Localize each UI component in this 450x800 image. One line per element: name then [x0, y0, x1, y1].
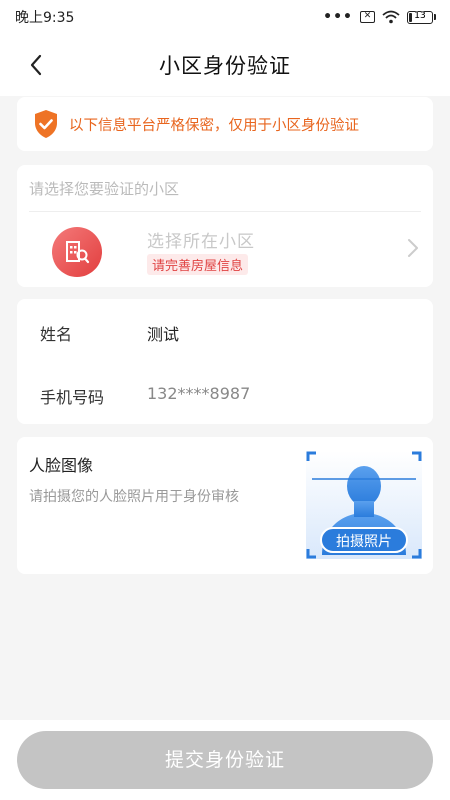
more-dots-icon: •••: [323, 9, 353, 25]
take-photo-button[interactable]: 拍摄照片: [320, 527, 408, 553]
select-community-label: 选择所在小区: [147, 232, 255, 252]
face-image-title: 人脸图像: [29, 456, 94, 475]
shield-check-icon: [35, 110, 57, 138]
wifi-icon: [382, 10, 400, 24]
personal-info-card: 姓名 测试 手机号码 132****8987: [17, 299, 433, 424]
face-capture-area[interactable]: 拍摄照片: [306, 451, 422, 559]
privacy-notice: 以下信息平台严格保密，仅用于小区身份验证: [17, 97, 433, 151]
chevron-right-icon: [408, 239, 418, 257]
complete-house-info-badge: 请完善房屋信息: [147, 254, 249, 275]
community-placeholder: 请选择您要验证的小区: [29, 180, 180, 198]
face-image-description: 请拍摄您的人脸照片用于身份审核: [29, 489, 239, 505]
notice-text: 以下信息平台严格保密，仅用于小区身份验证: [69, 117, 359, 134]
phone-value: 132****8987: [147, 384, 251, 403]
page-title: 小区身份验证: [159, 54, 291, 78]
name-label: 姓名: [40, 325, 73, 344]
status-icons: ••• ✕ 13: [323, 9, 436, 25]
name-value: 测试: [147, 325, 180, 344]
status-time: 晚上9:35: [15, 10, 75, 26]
building-search-icon: [52, 227, 102, 277]
nav-bar: 小区身份验证: [0, 34, 450, 96]
bottom-bar: 提交身份验证: [0, 720, 450, 800]
community-card: 请选择您要验证的小区 选择所在小区 请完善房屋信息: [17, 165, 433, 287]
back-button[interactable]: [22, 51, 50, 79]
phone-label: 手机号码: [40, 388, 105, 407]
battery-level: 13: [414, 10, 426, 21]
submit-verification-button[interactable]: 提交身份验证: [17, 731, 433, 789]
battery-icon: 13: [407, 10, 436, 24]
status-bar: 晚上9:35 ••• ✕ 13: [0, 0, 450, 34]
face-image-card: 人脸图像 请拍摄您的人脸照片用于身份审核 拍摄照片: [17, 437, 433, 574]
no-sim-icon: ✕: [360, 11, 375, 23]
select-community-row[interactable]: 选择所在小区 请完善房屋信息: [17, 212, 433, 287]
chevron-left-icon: [30, 54, 42, 76]
